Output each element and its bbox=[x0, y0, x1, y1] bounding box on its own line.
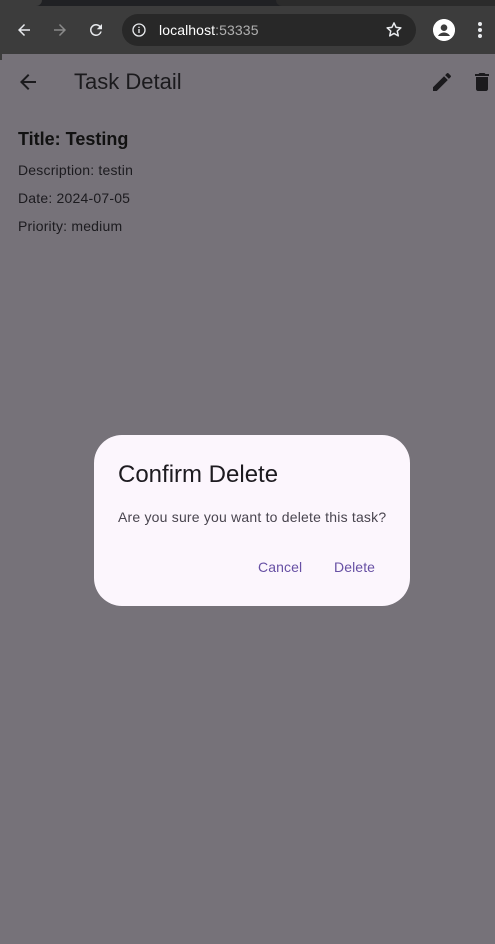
edit-button[interactable] bbox=[430, 70, 454, 94]
browser-forward-button[interactable] bbox=[48, 18, 72, 42]
arrow-left-icon bbox=[18, 24, 30, 36]
confirm-delete-dialog: Confirm Delete Are you sure you want to … bbox=[94, 435, 410, 606]
arrow-right-icon bbox=[54, 24, 66, 36]
site-info-icon[interactable] bbox=[131, 22, 147, 38]
confirm-delete-button[interactable]: Delete bbox=[334, 555, 375, 579]
browser-chrome: localhost:53335 bbox=[0, 0, 495, 60]
bookmark-star-icon[interactable] bbox=[384, 20, 404, 40]
url-host: localhost bbox=[159, 22, 216, 38]
more-vert-icon bbox=[478, 22, 482, 38]
arrow-back-icon bbox=[20, 74, 36, 90]
pencil-icon bbox=[433, 72, 452, 91]
reload-icon bbox=[89, 23, 102, 36]
dialog-message: Are you sure you want to delete this tas… bbox=[118, 509, 387, 525]
task-date: Date: 2024-07-05 bbox=[18, 190, 131, 206]
url-port: :53335 bbox=[215, 22, 259, 38]
page-title: Task Detail bbox=[74, 69, 182, 94]
address-bar[interactable]: localhost:53335 bbox=[122, 14, 416, 46]
dialog-title: Confirm Delete bbox=[118, 461, 279, 488]
task-title: Title: Testing bbox=[18, 129, 129, 149]
url-text[interactable]: localhost:53335 bbox=[159, 22, 259, 38]
browser-toolbar: localhost:53335 bbox=[0, 6, 495, 54]
trash-icon bbox=[475, 73, 489, 91]
browser-back-button[interactable] bbox=[12, 18, 36, 42]
browser-reload-button[interactable] bbox=[84, 18, 108, 42]
delete-button[interactable] bbox=[470, 70, 494, 94]
cancel-button[interactable]: Cancel bbox=[258, 555, 302, 579]
profile-avatar-icon[interactable] bbox=[433, 19, 455, 41]
back-button[interactable] bbox=[16, 70, 40, 94]
task-description: Description: testin bbox=[18, 162, 134, 178]
task-priority: Priority: medium bbox=[18, 218, 123, 234]
app-bar: Task Detail bbox=[2, 54, 495, 110]
browser-menu-button[interactable] bbox=[470, 18, 490, 42]
